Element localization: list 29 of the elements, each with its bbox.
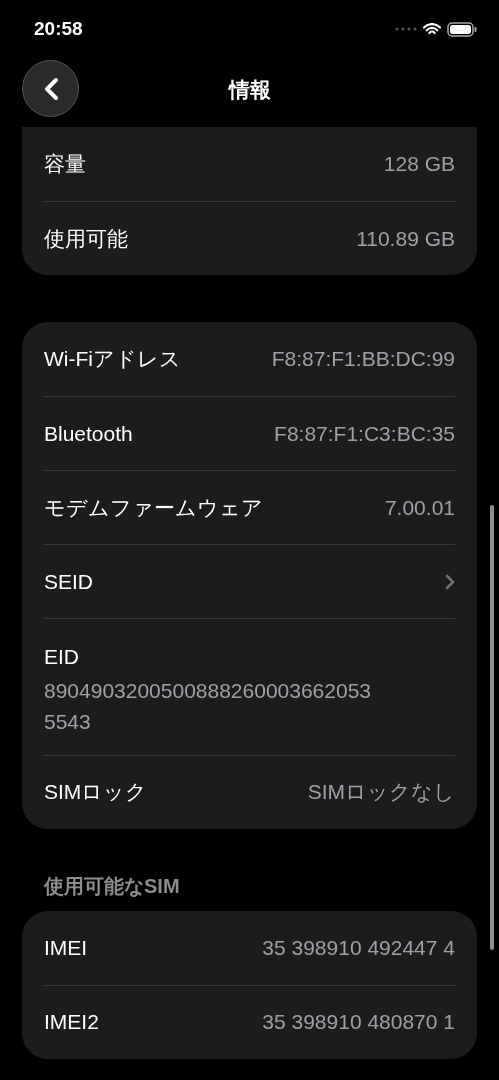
row-label: 容量 <box>44 151 86 178</box>
nav-title: 情報 <box>228 77 271 104</box>
row-value: SIMロックなし <box>307 779 455 806</box>
wifi-icon <box>423 22 441 36</box>
row-value: 110.89 GB <box>356 225 455 252</box>
row-label: EID <box>44 644 80 670</box>
row-value: F8:87:F1:BB:DC:99 <box>271 346 455 373</box>
row-label: 使用可能 <box>44 225 128 252</box>
row-label: SEID <box>44 568 93 595</box>
signal-icon <box>395 27 417 31</box>
row-label: モデムファームウェア <box>44 494 263 521</box>
status-time: 20:58 <box>34 16 83 41</box>
row-value: 128 GB <box>383 151 455 178</box>
section-header: 使用可能なSIM <box>43 873 181 899</box>
row-value: 35 398910 480870 1 <box>262 1009 455 1036</box>
row-value: F8:87:F1:C3:BC:35 <box>274 420 455 447</box>
row-label: IMEI2 <box>44 1009 99 1036</box>
chevron-left-icon <box>42 76 59 101</box>
settings-row[interactable]: SEID <box>22 544 477 618</box>
row-value: 7.00.01 <box>384 494 455 521</box>
row-label: Bluetooth <box>44 420 133 447</box>
chevron-right-icon <box>445 573 455 590</box>
back-button[interactable] <box>22 60 79 117</box>
row-label: IMEI <box>44 934 88 961</box>
row-label: Wi-Fiアドレス <box>44 346 181 373</box>
row-value: 35 398910 492447 4 <box>262 934 455 961</box>
battery-icon <box>447 21 477 37</box>
row-label: SIMロック <box>44 779 148 806</box>
row-value: 89049032005008882600036620535543 <box>44 677 373 735</box>
